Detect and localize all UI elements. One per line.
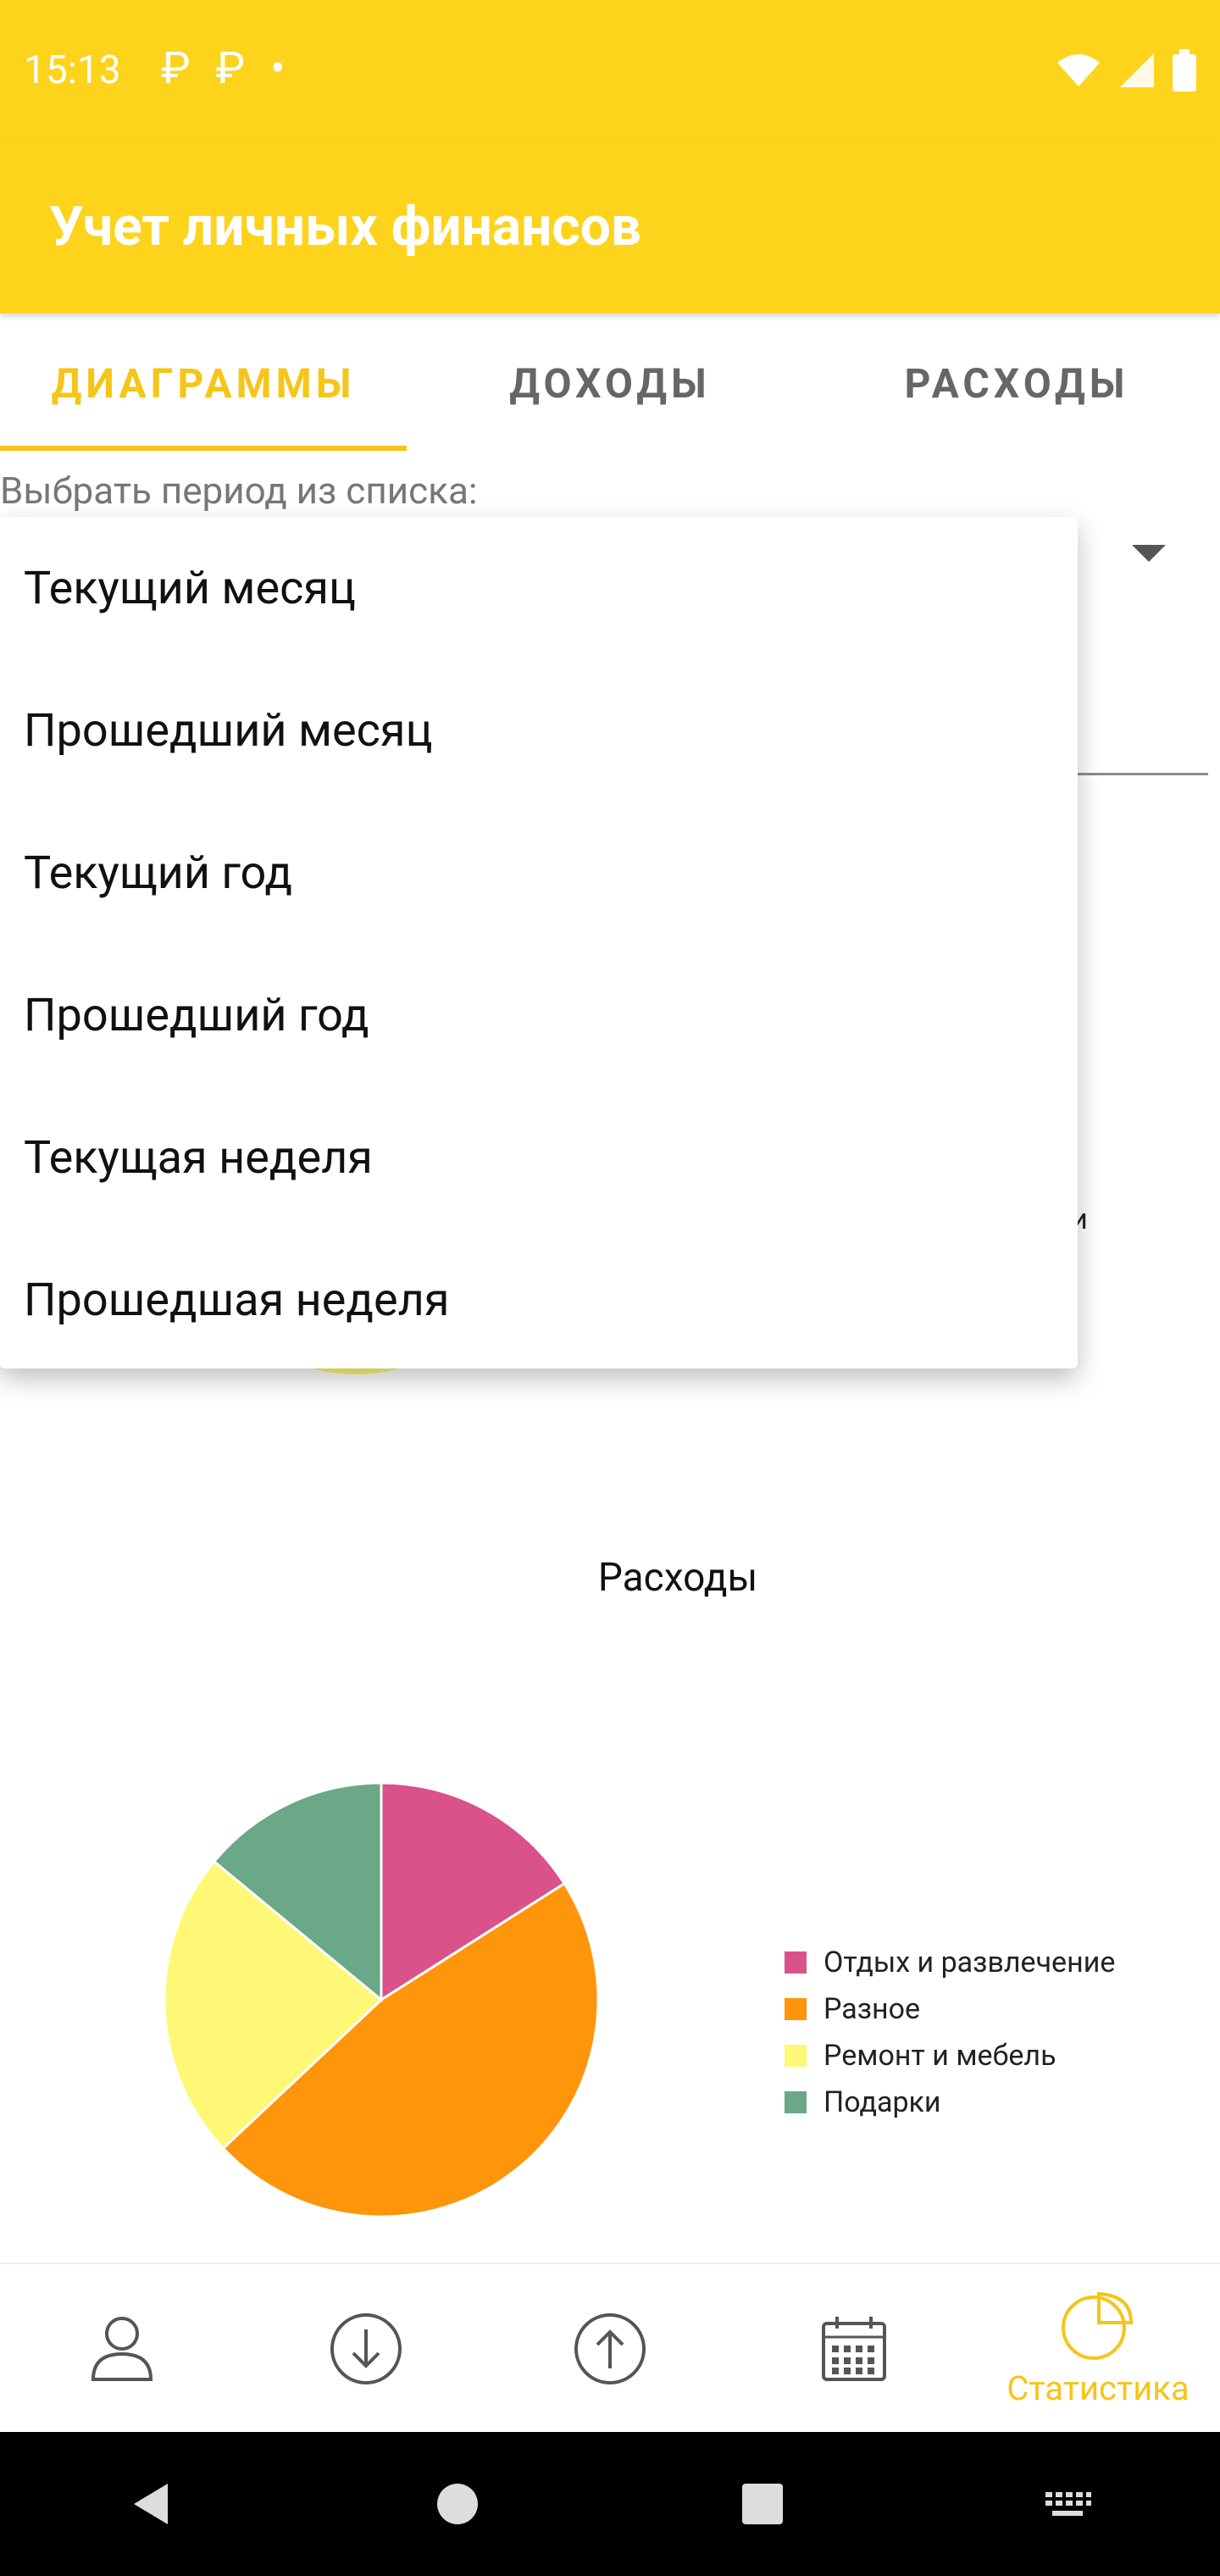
period-option-last-month[interactable]: Прошедший месяц (0, 659, 1078, 802)
nav-expenses[interactable] (488, 2264, 732, 2434)
legend-item: Отдых и развлечение (785, 1939, 1115, 1985)
bottom-navigation: Статистика (0, 2262, 1220, 2434)
system-navigation-bar (0, 2432, 1220, 2576)
period-option-current-year[interactable]: Текущий год (0, 802, 1078, 944)
tab-diagrams[interactable]: ДИАГРАММЫ (0, 314, 407, 453)
tab-bar: ДИАГРАММЫ ДОХОДЫ РАСХОДЫ (0, 314, 1220, 453)
signal-icon (1120, 53, 1154, 87)
dropdown-arrow-icon[interactable] (1132, 545, 1166, 562)
legend-label: Отдых и развлечение (824, 1945, 1116, 1979)
battery-icon (1173, 49, 1196, 92)
chart-legend: Отдых и развлечение Разное Ремонт и мебе… (785, 1939, 1115, 2125)
back-icon[interactable] (127, 2479, 178, 2529)
period-option-last-week[interactable]: Прошедшая неделя (0, 1229, 1078, 1371)
expenses-pie-chart (163, 1781, 600, 2218)
nav-profile[interactable] (0, 2264, 244, 2434)
keyboard-icon[interactable] (1042, 2487, 1093, 2521)
tab-income[interactable]: ДОХОДЫ (407, 314, 813, 453)
ruble-icon: ₽ (161, 42, 191, 94)
status-bar: 15:13 ₽ ₽ • (0, 0, 1220, 144)
ruble-icon: ₽ (215, 42, 246, 94)
app-title: Учет личных финансов (49, 195, 641, 258)
home-icon[interactable] (432, 2479, 483, 2529)
legend-swatch-leisure (785, 1951, 807, 1974)
nav-statistics[interactable]: Статистика (976, 2264, 1220, 2434)
tab-indicator (0, 446, 407, 451)
calendar-icon (822, 2317, 886, 2381)
status-right-icons (1056, 49, 1196, 92)
pie-chart-icon (1062, 2291, 1134, 2360)
legend-swatch-gifts (785, 2090, 807, 2113)
nav-statistics-label: Статистика (1006, 2368, 1190, 2408)
legend-item: Разное (785, 1985, 1115, 2032)
person-icon (91, 2317, 153, 2381)
wifi-icon (1057, 54, 1100, 86)
legend-swatch-misc (785, 1997, 807, 2020)
period-option-current-month[interactable]: Текущий месяц (0, 517, 1078, 659)
legend-item: Подарки (785, 2079, 1115, 2125)
status-time: 15:13 (24, 47, 121, 93)
nav-calendar[interactable] (732, 2264, 976, 2434)
period-label: Выбрать период из списка: (0, 469, 478, 513)
legend-label: Разное (824, 1991, 921, 2026)
upload-icon (574, 2313, 646, 2384)
status-notification-icons: ₽ ₽ • (161, 42, 286, 94)
spinner-underline (1076, 773, 1208, 775)
period-option-current-week[interactable]: Текущая неделя (0, 1086, 1078, 1229)
app-bar: Учет личных финансов (0, 144, 1220, 314)
dot-icon: • (270, 42, 286, 94)
chart-title: Расходы (597, 1555, 758, 1601)
legend-label: Ремонт и мебель (824, 2038, 1056, 2073)
nav-income[interactable] (244, 2264, 488, 2434)
legend-swatch-repair (785, 2044, 807, 2067)
period-option-last-year[interactable]: Прошедший год (0, 944, 1078, 1086)
legend-item: Ремонт и мебель (785, 2032, 1115, 2079)
download-icon (330, 2313, 402, 2384)
legend-label: Подарки (824, 2085, 941, 2119)
tab-expenses[interactable]: РАСХОДЫ (813, 314, 1220, 453)
recents-icon[interactable] (737, 2479, 788, 2529)
period-dropdown-menu: Текущий месяц Прошедший месяц Текущий го… (0, 517, 1078, 1368)
